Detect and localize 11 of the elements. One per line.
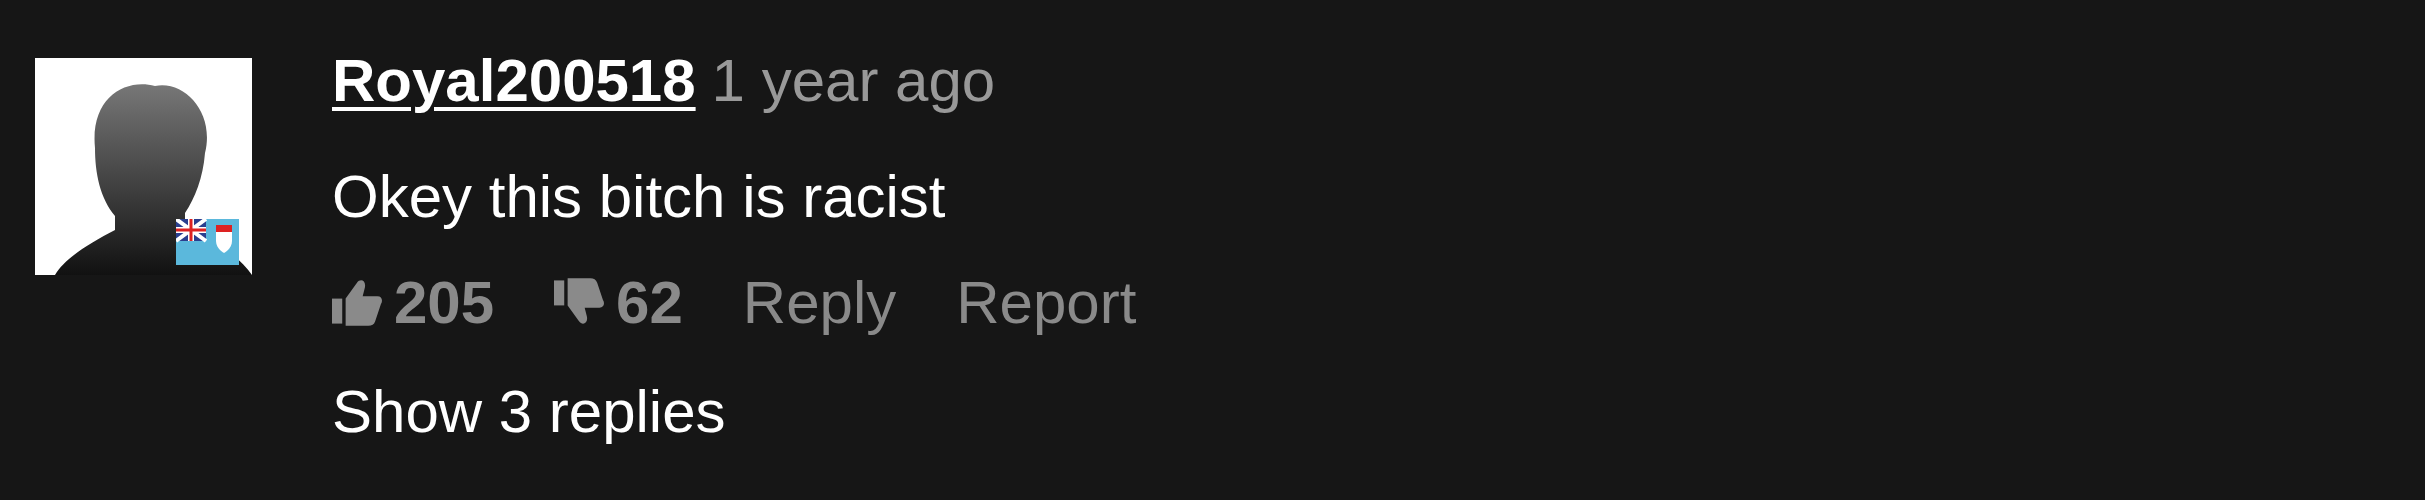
show-replies-link[interactable]: Show 3 replies: [332, 376, 726, 446]
comment-text: Okey this bitch is racist: [332, 161, 946, 231]
reply-link[interactable]: Reply: [742, 267, 897, 337]
report-link[interactable]: Report: [956, 267, 1137, 337]
username-link[interactable]: Royal200518: [332, 45, 696, 115]
flag-icon: [176, 219, 239, 265]
timestamp: 1 year ago: [711, 45, 996, 115]
dislike-count: 62: [616, 267, 683, 337]
thumbs-down-icon[interactable]: [554, 278, 605, 326]
thumbs-up-icon[interactable]: [332, 278, 382, 326]
like-count: 205: [394, 267, 495, 337]
